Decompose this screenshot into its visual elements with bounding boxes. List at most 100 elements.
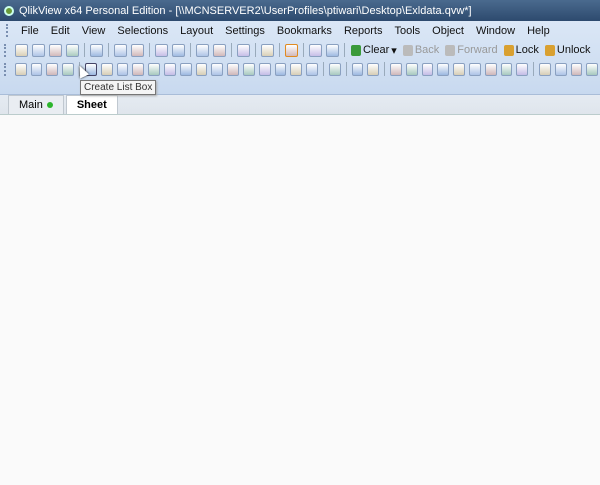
adjust-icon[interactable] bbox=[516, 62, 529, 76]
tab-sheet[interactable]: Sheet bbox=[65, 95, 118, 114]
align-top-icon[interactable] bbox=[437, 62, 450, 76]
select-icon[interactable] bbox=[213, 43, 226, 57]
menu-object[interactable]: Object bbox=[426, 25, 470, 37]
menu-window[interactable]: Window bbox=[470, 25, 521, 37]
demote-sheet-icon[interactable] bbox=[46, 62, 59, 76]
favorites-icon[interactable] bbox=[261, 43, 274, 57]
table-box-icon[interactable] bbox=[132, 62, 145, 76]
undo-icon[interactable] bbox=[155, 43, 168, 57]
current-selections-icon[interactable] bbox=[179, 62, 192, 76]
forward-button-label: Forward bbox=[457, 44, 498, 56]
sheet-tabs: Main Sheet bbox=[0, 95, 600, 115]
export-icon[interactable] bbox=[131, 43, 144, 57]
new-icon[interactable] bbox=[15, 43, 28, 57]
input-box-icon[interactable] bbox=[163, 62, 176, 76]
multi-box-icon[interactable] bbox=[116, 62, 129, 76]
connect-icon[interactable] bbox=[586, 62, 599, 76]
separator bbox=[190, 43, 191, 57]
whats-this-icon[interactable] bbox=[326, 43, 339, 57]
window-title: QlikView x64 Personal Edition - [\\MCNSE… bbox=[19, 4, 472, 17]
separator bbox=[344, 43, 345, 57]
container-icon[interactable] bbox=[290, 62, 303, 76]
statistics-box-icon[interactable] bbox=[100, 62, 113, 76]
back-icon bbox=[402, 44, 413, 56]
space-horiz-icon[interactable] bbox=[484, 62, 497, 76]
menu-settings[interactable]: Settings bbox=[219, 25, 271, 37]
menu-help[interactable]: Help bbox=[521, 25, 556, 37]
bring-front-icon[interactable] bbox=[367, 62, 380, 76]
separator bbox=[322, 62, 324, 76]
separator bbox=[255, 43, 256, 57]
menu-bar: File Edit View Selections Layout Settings Book… bbox=[0, 21, 600, 40]
chart-wizard-icon[interactable] bbox=[237, 43, 250, 57]
back-button[interactable]: Back bbox=[400, 44, 442, 56]
lock-button-label: Lock bbox=[515, 44, 539, 56]
sheet-canvas[interactable] bbox=[0, 115, 600, 485]
align-middle-icon[interactable] bbox=[453, 62, 465, 76]
menu-file[interactable]: File bbox=[15, 25, 45, 37]
search-object-icon[interactable] bbox=[274, 62, 287, 76]
separator bbox=[279, 43, 280, 57]
promote-sheet-icon[interactable] bbox=[30, 62, 43, 76]
grip-icon[interactable] bbox=[4, 62, 7, 76]
edit-icon[interactable] bbox=[570, 62, 583, 76]
button-icon[interactable] bbox=[195, 62, 208, 76]
unlock-icon bbox=[544, 44, 555, 56]
align-center-icon[interactable] bbox=[405, 62, 418, 76]
grip-icon[interactable] bbox=[4, 43, 7, 57]
separator bbox=[108, 43, 109, 57]
forward-icon bbox=[445, 44, 456, 56]
open-icon[interactable] bbox=[32, 43, 45, 57]
server-objects-icon[interactable] bbox=[539, 62, 551, 76]
format-painter-icon[interactable] bbox=[351, 62, 364, 76]
line-arrow-icon[interactable] bbox=[227, 62, 239, 76]
print-icon[interactable] bbox=[90, 43, 103, 57]
lock-icon bbox=[503, 44, 514, 56]
clear-button-label: Clear bbox=[363, 44, 390, 56]
design-grid-icon[interactable] bbox=[285, 43, 298, 57]
align-right-icon[interactable] bbox=[421, 62, 434, 76]
tab-main[interactable]: Main bbox=[8, 95, 64, 114]
align-left-icon[interactable] bbox=[389, 62, 402, 76]
save-icon[interactable] bbox=[66, 43, 79, 57]
chevron-down-icon[interactable]: ▾ bbox=[391, 44, 397, 57]
separator bbox=[303, 43, 304, 57]
lock-button[interactable]: Lock bbox=[501, 44, 542, 56]
separator bbox=[231, 43, 232, 57]
grip-icon[interactable] bbox=[6, 24, 9, 37]
chart-icon[interactable] bbox=[148, 62, 160, 76]
separator bbox=[84, 43, 85, 57]
new-sheet-icon[interactable] bbox=[14, 62, 27, 76]
menu-reports[interactable]: Reports bbox=[338, 25, 389, 37]
align-bottom-icon[interactable] bbox=[468, 62, 481, 76]
menu-view[interactable]: View bbox=[76, 25, 112, 37]
help-icon[interactable] bbox=[309, 43, 322, 57]
unlock-button-label: Unlock bbox=[556, 44, 591, 56]
space-vert-icon[interactable] bbox=[500, 62, 513, 76]
standard-toolbar: Clear ▾ Back Forward Lock Unlock bbox=[0, 41, 600, 59]
search-icon[interactable] bbox=[196, 43, 209, 57]
sheet-props-icon[interactable] bbox=[62, 62, 75, 76]
redo-icon[interactable] bbox=[172, 43, 185, 57]
active-status-icon bbox=[46, 102, 53, 108]
menu-bookmarks[interactable]: Bookmarks bbox=[271, 25, 338, 37]
bookmark-object-icon[interactable] bbox=[258, 62, 271, 76]
menu-selections[interactable]: Selections bbox=[111, 25, 174, 37]
slider-icon[interactable] bbox=[242, 62, 255, 76]
reload-icon[interactable] bbox=[49, 43, 62, 57]
menu-edit[interactable]: Edit bbox=[45, 25, 76, 37]
forward-button[interactable]: Forward bbox=[442, 44, 500, 56]
tab-label: Main bbox=[19, 99, 43, 111]
tooltip: Create List Box bbox=[80, 80, 157, 95]
text-object-icon[interactable] bbox=[211, 62, 224, 76]
menu-tools[interactable]: Tools bbox=[388, 25, 426, 37]
chart-wizard-icon[interactable] bbox=[328, 62, 341, 76]
menu-layout[interactable]: Layout bbox=[174, 25, 219, 37]
edit-script-icon[interactable] bbox=[114, 43, 127, 57]
clear-button[interactable]: Clear ▾ bbox=[348, 44, 400, 57]
design-toolbar bbox=[0, 60, 600, 78]
title-bar: QlikView x64 Personal Edition - [\\MCNSE… bbox=[0, 0, 600, 21]
unlock-button[interactable]: Unlock bbox=[542, 44, 594, 56]
custom-object-icon[interactable] bbox=[306, 62, 318, 76]
share-icon[interactable] bbox=[554, 62, 567, 76]
